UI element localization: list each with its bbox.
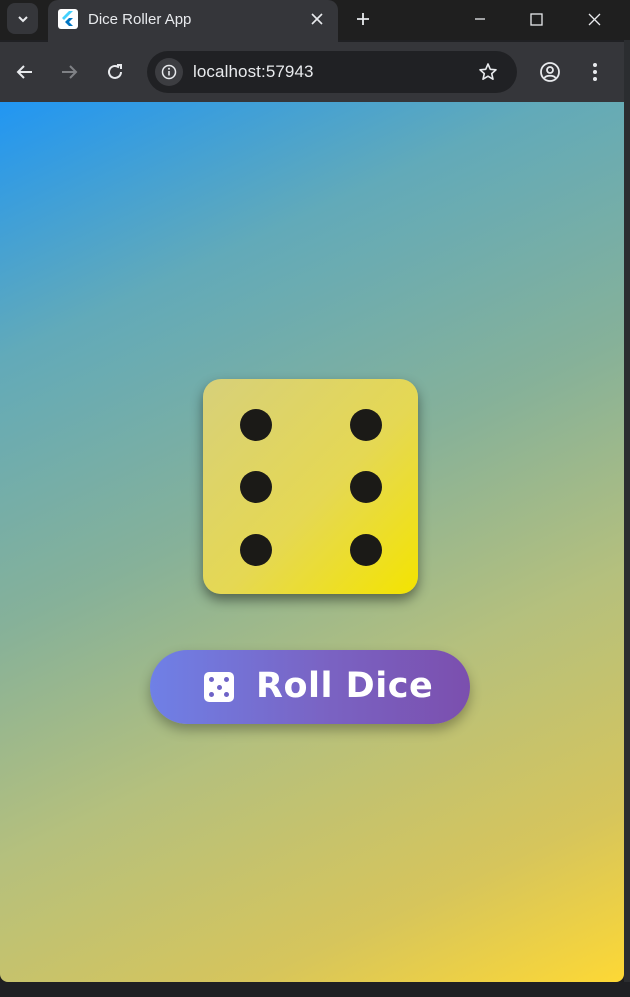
star-icon [479,63,497,80]
pip [350,534,382,566]
pip [350,409,382,441]
close-icon [311,13,323,25]
dice-icon [204,672,234,702]
reload-icon [108,64,122,79]
menu-button[interactable] [581,58,609,86]
maximize-button[interactable] [523,6,549,32]
arrow-left-icon [16,65,32,79]
close-window-button[interactable] [581,6,607,32]
reload-button[interactable] [101,58,129,86]
background-taskbar-edge [0,982,630,997]
dice-face[interactable] [203,379,418,594]
screen: Dice Roller App localhost:57943 Roll Dic… [0,0,630,997]
minimize-icon [475,18,485,20]
tab-title: Dice Roller App [88,11,192,28]
tab-bar: Dice Roller App [0,0,624,42]
background-window-edge [624,40,630,997]
pip [240,534,272,566]
tab-close-button[interactable] [306,8,328,30]
url-text[interactable]: localhost:57943 [193,62,314,82]
account-icon [540,62,560,82]
back-button[interactable] [11,58,39,86]
chevron-down-icon [17,15,28,22]
pip [350,471,382,503]
flutter-favicon-icon [58,9,78,29]
close-icon [588,13,600,25]
minimize-button[interactable] [467,6,493,32]
roll-dice-button[interactable]: Roll Dice [150,650,470,724]
info-icon [161,64,177,80]
browser-window: Dice Roller App localhost:57943 Roll Dic… [0,0,624,982]
site-info-button[interactable] [155,58,183,86]
bookmark-button[interactable] [475,59,501,85]
pip [240,409,272,441]
arrow-right-icon [62,65,78,79]
pip [240,471,272,503]
roll-dice-label: Roll Dice [256,666,434,706]
tab-search-button[interactable] [7,3,38,34]
more-vertical-icon [593,63,597,81]
browser-toolbar: localhost:57943 [0,42,624,102]
forward-button[interactable] [55,58,83,86]
app-page: Roll Dice [0,102,624,982]
address-bar[interactable]: localhost:57943 [147,51,517,93]
profile-button[interactable] [536,58,564,86]
plus-icon [357,13,369,25]
active-tab[interactable]: Dice Roller App [48,0,338,42]
maximize-icon [529,12,543,26]
new-tab-button[interactable] [350,6,376,32]
